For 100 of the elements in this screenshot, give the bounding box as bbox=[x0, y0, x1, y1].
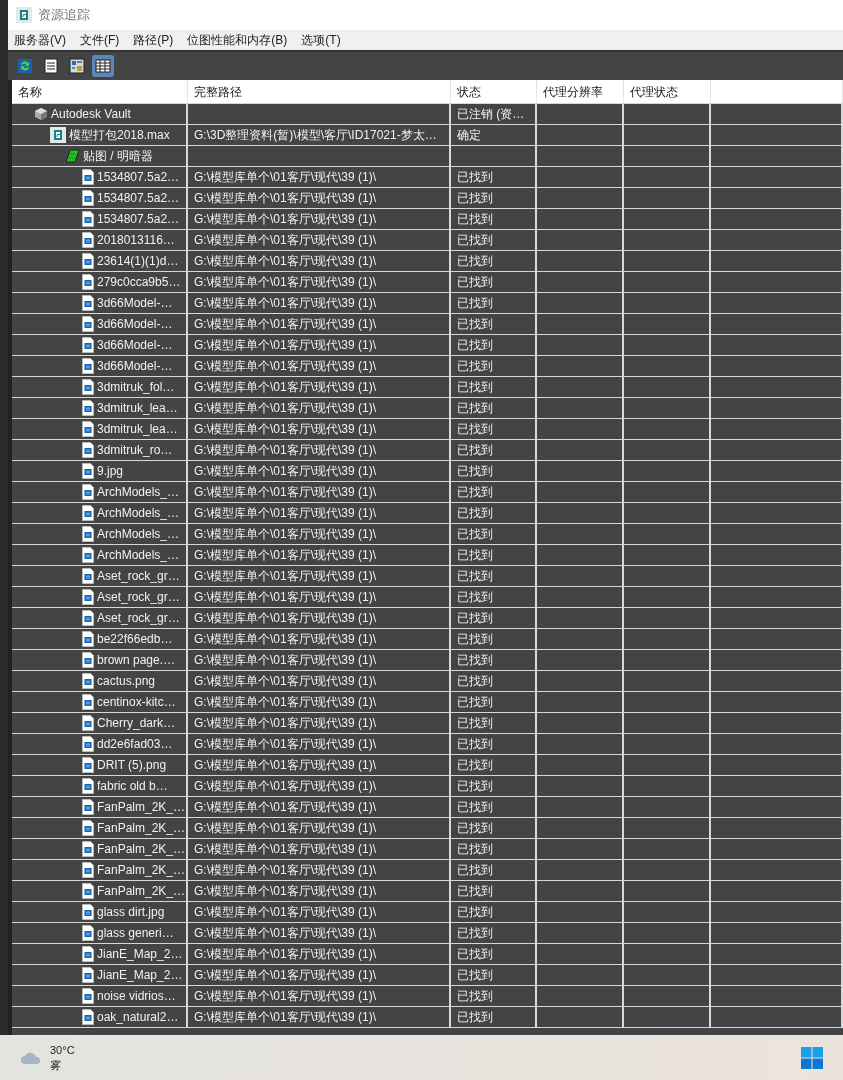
menu-item[interactable]: 文件(F) bbox=[80, 31, 120, 49]
tree-item-label[interactable]: 贴图 / 明暗器 bbox=[83, 147, 153, 165]
image-file-icon bbox=[82, 568, 94, 584]
tree-item-label[interactable]: fabric old b… bbox=[97, 777, 168, 795]
tree-item-label[interactable]: Cherry_dark… bbox=[97, 714, 176, 732]
tree-item-label[interactable]: 279c0cca9b5… bbox=[97, 273, 181, 291]
image-file-icon bbox=[82, 337, 94, 353]
image-file-icon bbox=[82, 274, 94, 290]
tree-item-label[interactable]: 3d66Model-… bbox=[97, 294, 173, 312]
tree-item-label[interactable]: JianE_Map_2… bbox=[97, 945, 183, 963]
column-header[interactable]: 代理分辨率 bbox=[537, 80, 624, 103]
tree-item-label[interactable]: FanPalm_2K_… bbox=[97, 819, 186, 837]
path-cell-text: G:\模型库单个\01客厅\现代\39 (1)\ bbox=[194, 337, 377, 354]
windows-start-icon[interactable] bbox=[801, 1046, 823, 1069]
tree-item-label[interactable]: cactus.png bbox=[97, 672, 156, 690]
status-cell-text: 已找到 bbox=[457, 484, 493, 501]
path-cell-text: G:\模型库单个\01客厅\现代\39 (1)\ bbox=[194, 925, 377, 942]
status-cell-text: 已找到 bbox=[457, 253, 493, 270]
status-cell-text: 已找到 bbox=[457, 925, 493, 942]
tree-item-label[interactable]: DRIT (5).png bbox=[97, 756, 167, 774]
menu-item[interactable]: 位图性能和内存(B) bbox=[187, 31, 288, 49]
path-cell-text: G:\模型库单个\01客厅\现代\39 (1)\ bbox=[194, 379, 377, 396]
tree-item-label[interactable]: Aset_rock_gr… bbox=[97, 609, 180, 627]
tree-item-label[interactable]: noise vidrios… bbox=[97, 987, 176, 1005]
column-header[interactable]: 完整路径 bbox=[188, 80, 451, 103]
cloud-icon bbox=[20, 1050, 42, 1065]
tree-item-label[interactable]: 9.jpg bbox=[97, 462, 124, 480]
status-cell-text: 已找到 bbox=[457, 547, 493, 564]
path-cell-text: G:\模型库单个\01客厅\现代\39 (1)\ bbox=[194, 505, 377, 522]
image-file-icon bbox=[82, 253, 94, 269]
tree-item-label[interactable]: brown page.… bbox=[97, 651, 176, 669]
tree-item-label[interactable]: 3dmitruk_ro… bbox=[97, 441, 173, 459]
tree-item-label[interactable]: 1534807.5a2… bbox=[97, 210, 180, 228]
tree-item-label[interactable]: ArchModels_… bbox=[97, 483, 180, 501]
toolbar-button[interactable] bbox=[92, 55, 114, 77]
path-cell-text: G:\模型库单个\01客厅\现代\39 (1)\ bbox=[194, 169, 377, 186]
image-file-icon bbox=[82, 652, 94, 668]
image-file-icon bbox=[82, 589, 94, 605]
column-header[interactable]: 状态 bbox=[451, 80, 537, 103]
status-cell-text: 已找到 bbox=[457, 841, 493, 858]
tree-item-label[interactable]: Aset_rock_gr… bbox=[97, 588, 180, 606]
image-file-icon bbox=[82, 358, 94, 374]
path-cell-text: G:\模型库单个\01客厅\现代\39 (1)\ bbox=[194, 358, 377, 375]
path-cell-text: G:\模型库单个\01客厅\现代\39 (1)\ bbox=[194, 988, 377, 1005]
path-cell-text: G:\模型库单个\01客厅\现代\39 (1)\ bbox=[194, 232, 377, 249]
status-cell-text: 确定 bbox=[457, 127, 481, 144]
tree-item-label[interactable]: 3dmitruk_lea… bbox=[97, 420, 178, 438]
tree-item-label[interactable]: 3dmitruk_fol… bbox=[97, 378, 175, 396]
image-file-icon bbox=[82, 421, 94, 437]
path-cell-text: G:\模型库单个\01客厅\现代\39 (1)\ bbox=[194, 400, 377, 417]
tree-item-label[interactable]: Aset_rock_gr… bbox=[97, 567, 180, 585]
status-cell-text: 已找到 bbox=[457, 631, 493, 648]
tree-item-label[interactable]: 3d66Model-… bbox=[97, 357, 173, 375]
image-file-icon bbox=[82, 883, 94, 899]
path-cell-text: G:\模型库单个\01客厅\现代\39 (1)\ bbox=[194, 484, 377, 501]
status-cell-text: 已找到 bbox=[457, 946, 493, 963]
tree-item-label[interactable]: centinox-kitc… bbox=[97, 693, 176, 711]
tree-item-label[interactable]: be22f66edb… bbox=[97, 630, 173, 648]
image-file-icon bbox=[82, 463, 94, 479]
toolbar-button[interactable] bbox=[66, 55, 88, 77]
tree-item-label[interactable]: dd2e6fad03… bbox=[97, 735, 173, 753]
tree-item-label[interactable]: 23614(1)(1)d… bbox=[97, 252, 179, 270]
tree-item-label[interactable]: glass dirt.jpg bbox=[97, 903, 165, 921]
column-header[interactable]: 名称 bbox=[12, 80, 188, 103]
tree-item-label[interactable]: oak_natural2… bbox=[97, 1008, 179, 1026]
tree-item-label[interactable]: 模型打包2018.max bbox=[69, 126, 170, 144]
tree-item-label[interactable]: 3dmitruk_lea… bbox=[97, 399, 178, 417]
column-header[interactable]: 代理状态 bbox=[624, 80, 711, 103]
tree-item-label[interactable]: 2018013116… bbox=[97, 231, 175, 249]
menu-item[interactable]: 服务器(V) bbox=[14, 31, 66, 49]
status-cell-text: 已找到 bbox=[457, 505, 493, 522]
tree-item-label[interactable]: ArchModels_… bbox=[97, 546, 180, 564]
path-cell-text: G:\模型库单个\01客厅\现代\39 (1)\ bbox=[194, 841, 377, 858]
tree-item-label[interactable]: glass generi… bbox=[97, 924, 174, 942]
status-cell-text: 已找到 bbox=[457, 379, 493, 396]
tree-item-label[interactable]: Autodesk Vault bbox=[51, 105, 131, 123]
status-cell-text: 已找到 bbox=[457, 820, 493, 837]
status-cell-text: 已找到 bbox=[457, 421, 493, 438]
status-cell-text: 已找到 bbox=[457, 400, 493, 417]
status-cell-text: 已找到 bbox=[457, 967, 493, 984]
tree-item-label[interactable]: JianE_Map_2… bbox=[97, 966, 183, 984]
tree-item-label[interactable]: FanPalm_2K_… bbox=[97, 861, 186, 879]
tree-item-label[interactable]: FanPalm_2K_… bbox=[97, 798, 186, 816]
tree-item-label[interactable]: 3d66Model-… bbox=[97, 315, 173, 333]
status-cell-text: 已找到 bbox=[457, 652, 493, 669]
path-cell-text: G:\模型库单个\01客厅\现代\39 (1)\ bbox=[194, 715, 377, 732]
image-file-icon bbox=[82, 715, 94, 731]
tree-item-label[interactable]: FanPalm_2K_… bbox=[97, 840, 186, 858]
path-cell-text: G:\模型库单个\01客厅\现代\39 (1)\ bbox=[194, 673, 377, 690]
tree-item-label[interactable]: 1534807.5a2… bbox=[97, 189, 180, 207]
image-file-icon bbox=[82, 631, 94, 647]
tree-item-label[interactable]: ArchModels_… bbox=[97, 504, 180, 522]
tree-item-label[interactable]: FanPalm_2K_… bbox=[97, 882, 186, 900]
tree-item-label[interactable]: ArchModels_… bbox=[97, 525, 180, 543]
tree-item-label[interactable]: 3d66Model-… bbox=[97, 336, 173, 354]
menu-item[interactable]: 路径(P) bbox=[133, 31, 174, 49]
tree-item-label[interactable]: 1534807.5a2… bbox=[97, 168, 180, 186]
menu-item[interactable]: 选项(T) bbox=[301, 31, 341, 49]
status-cell-text: 已找到 bbox=[457, 568, 493, 585]
image-file-icon bbox=[82, 211, 94, 227]
